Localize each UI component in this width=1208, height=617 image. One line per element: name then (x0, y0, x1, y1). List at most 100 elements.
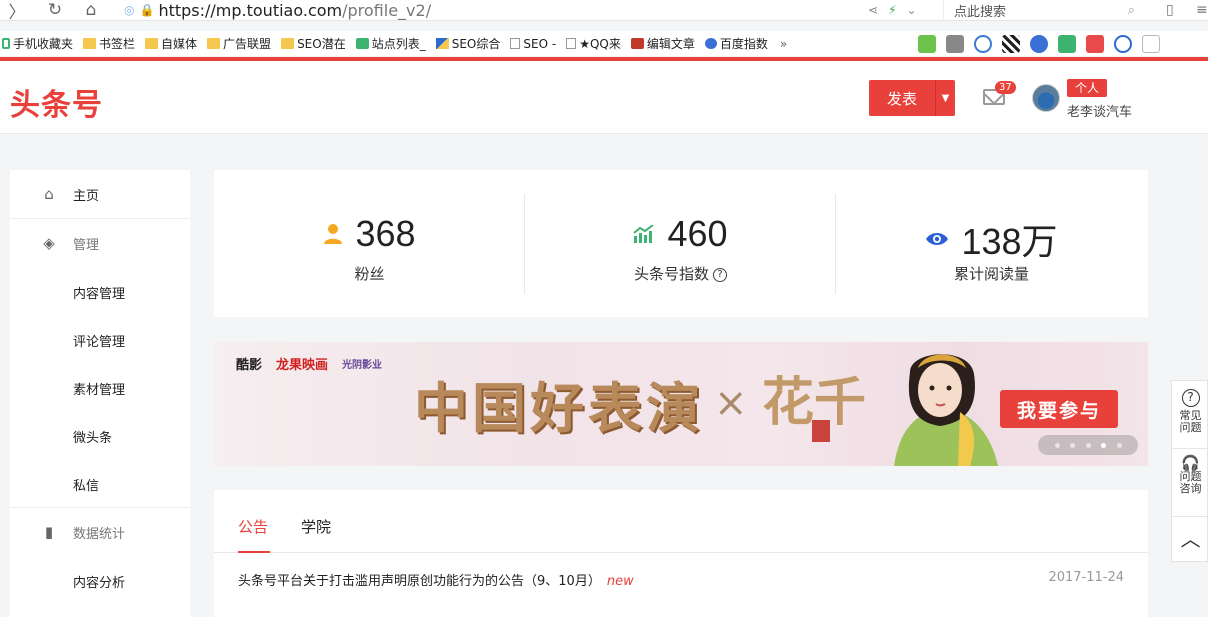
phone-icon (2, 38, 10, 49)
username[interactable]: 老李谈汽车 (1067, 101, 1132, 120)
bookmark-item[interactable]: SEO综合 (435, 35, 501, 52)
bookmark-label: SEO - (523, 36, 557, 51)
sidebar-item-micro-toutiao[interactable]: 微头条 (10, 412, 190, 460)
help-icon[interactable]: ? (713, 267, 727, 282)
notice-title[interactable]: 头条号平台关于打击滥用声明原创功能行为的公告（9、10月） (238, 574, 601, 589)
publish-button[interactable]: 发表 ▼ (869, 80, 955, 116)
banner-sponsor-logos: 酷影 龙果映画 光阴影业 (236, 354, 382, 373)
sidebar-item-material-manage[interactable]: 素材管理 (10, 364, 190, 412)
stat-fans[interactable]: 368 粉丝 (214, 170, 525, 317)
bookmark-item[interactable]: 广告联盟 (207, 35, 271, 52)
bookmark-item[interactable]: 自媒体 (145, 35, 197, 52)
magnifier-extension-icon[interactable] (1114, 34, 1132, 53)
chevron-down-icon[interactable]: ⌄ (907, 3, 917, 17)
carousel-dot[interactable] (1116, 442, 1122, 448)
bookmark-label: SEO综合 (451, 37, 501, 51)
sidebar-item-home[interactable]: ⌂ 主页 (10, 170, 190, 218)
bookmark-item[interactable]: 手机收藏夹 (2, 35, 73, 52)
qrcode-extension-icon[interactable] (1002, 34, 1020, 53)
notice-tabs: 公告 学院 (214, 490, 1148, 553)
add-extension-icon[interactable] (1142, 34, 1160, 53)
list-item[interactable]: 头条号平台关于打击滥用声明原创功能行为的公告（9、10月） new 2017-11… (238, 570, 1124, 590)
consult-button[interactable]: 🎧 问题咨询 (1172, 456, 1208, 495)
new-badge: new (606, 574, 634, 589)
home-icon[interactable]: ⌂ (80, 0, 102, 20)
bookmark-item[interactable]: 百度指数 (704, 35, 768, 52)
reads-label: 累计阅读量 (953, 265, 1029, 283)
bookmark-label: SEO潜在 (297, 37, 346, 51)
cube-icon: ◈ (43, 234, 55, 252)
address-tools: ⋖ ⚡ ⌄ (868, 0, 917, 20)
search-icon[interactable]: ⌕ (1128, 3, 1135, 18)
sponsor-logo-3: 光阴影业 (342, 360, 383, 371)
url-field[interactable]: ◎ 🔒 https://mp.toutiao.com/profile_v2/ (124, 0, 431, 20)
toutiaohao-logo[interactable]: 头条号 (10, 80, 103, 124)
bar-chart-icon: ▮ (44, 523, 54, 541)
share-icon[interactable]: ⋖ (868, 3, 878, 17)
role-tag: 个人 (1067, 79, 1108, 97)
sidebar-item-content-analysis[interactable]: 内容分析 (10, 557, 190, 605)
carousel-dot-active[interactable] (1101, 442, 1106, 448)
bookmark-item[interactable]: ★QQ来 (566, 35, 621, 52)
bookmark-label: 编辑文章 (646, 37, 695, 51)
back-icon[interactable]: 〉 (6, 0, 28, 23)
sponsor-logo-1: 酷影 (236, 358, 263, 373)
carousel-dot[interactable] (1070, 442, 1075, 448)
sidebar-label: 内容分析 (73, 575, 126, 591)
menu-icon[interactable]: ≡ (1196, 0, 1208, 20)
bookmark-item[interactable]: SEO - (510, 37, 556, 51)
bookmark-label: 书签栏 (99, 37, 136, 51)
reload-icon[interactable]: ↻ (44, 0, 66, 20)
phone-icon[interactable]: ▯ (1166, 0, 1174, 20)
stat-index[interactable]: 460 头条号指数? (525, 170, 836, 317)
promo-banner[interactable]: 酷影 龙果映画 光阴影业 中国好表演 × 花千 我要参与 (214, 342, 1148, 466)
book-extension-icon[interactable] (918, 34, 936, 53)
bookmark-item[interactable]: SEO潜在 (281, 35, 346, 52)
app-header: 头条号 发表 ▼ 37 个人 老李谈汽车 (0, 61, 1208, 134)
chevron-up-icon: ︿ (1180, 527, 1201, 551)
tab-announcement[interactable]: 公告 (238, 516, 268, 537)
baidu-paw-icon[interactable] (1030, 34, 1048, 53)
sidebar-item-comment-manage[interactable]: 评论管理 (10, 316, 190, 364)
index-label: 头条号指数 (633, 265, 709, 283)
faq-button[interactable]: ? 常见问题 (1172, 389, 1208, 434)
join-button[interactable]: 我要参与 (1000, 390, 1118, 428)
home-icon: ⌂ (44, 185, 54, 203)
sidebar-group-manage[interactable]: ◈ 管理 (10, 219, 190, 267)
floating-help-panel: ? 常见问题 🎧 问题咨询 ︿ (1171, 380, 1208, 562)
caret-down-icon[interactable]: ▼ (935, 80, 955, 116)
minus-extension-icon[interactable] (974, 34, 992, 53)
qr-extension-icon[interactable] (946, 34, 964, 53)
scissors-icon[interactable] (1086, 34, 1104, 53)
translate-extension-icon[interactable] (1058, 34, 1076, 53)
sidebar-item-private-msg[interactable]: 私信 (10, 460, 190, 508)
sidebar-group-data-stats[interactable]: ▮ 数据统计 (10, 508, 190, 556)
stat-reads[interactable]: 138万 累计阅读量 (836, 170, 1147, 317)
url-path: /profile_v2/ (342, 0, 432, 20)
bookmark-item[interactable]: 书签栏 (83, 35, 135, 52)
carousel-dot[interactable] (1054, 442, 1060, 448)
mail-badge: 37 (995, 81, 1016, 94)
bookmark-item[interactable]: 站点列表_ (355, 35, 426, 52)
question-icon: ? (1181, 389, 1200, 407)
banner-title: 中国好表演 (414, 376, 704, 440)
sidebar-label: 内容管理 (73, 286, 126, 302)
search-input[interactable]: 点此搜索 ⌕ (943, 0, 1143, 20)
bookmark-label: ★QQ来 (579, 37, 621, 51)
back-to-top-button[interactable]: ︿ (1172, 527, 1208, 551)
user-icon (324, 224, 343, 244)
bookmarks-more[interactable]: » (780, 37, 787, 51)
bookmark-label: 广告联盟 (223, 37, 272, 51)
carousel-dot[interactable] (1085, 442, 1091, 448)
url-host: https://mp.toutiao.com (158, 0, 343, 20)
publish-label: 发表 (886, 89, 917, 108)
avatar[interactable] (1032, 84, 1060, 112)
bookmark-item[interactable]: 编辑文章 (630, 35, 695, 52)
consult-label: 问题咨询 (1179, 470, 1202, 495)
sidebar-item-content-manage[interactable]: 内容管理 (10, 268, 190, 316)
lightning-icon[interactable]: ⚡ (888, 3, 896, 17)
lock-icon: 🔒 (139, 3, 155, 17)
folder-icon (145, 38, 159, 49)
faq-label: 常见问题 (1179, 409, 1202, 434)
tab-academy[interactable]: 学院 (301, 516, 331, 537)
